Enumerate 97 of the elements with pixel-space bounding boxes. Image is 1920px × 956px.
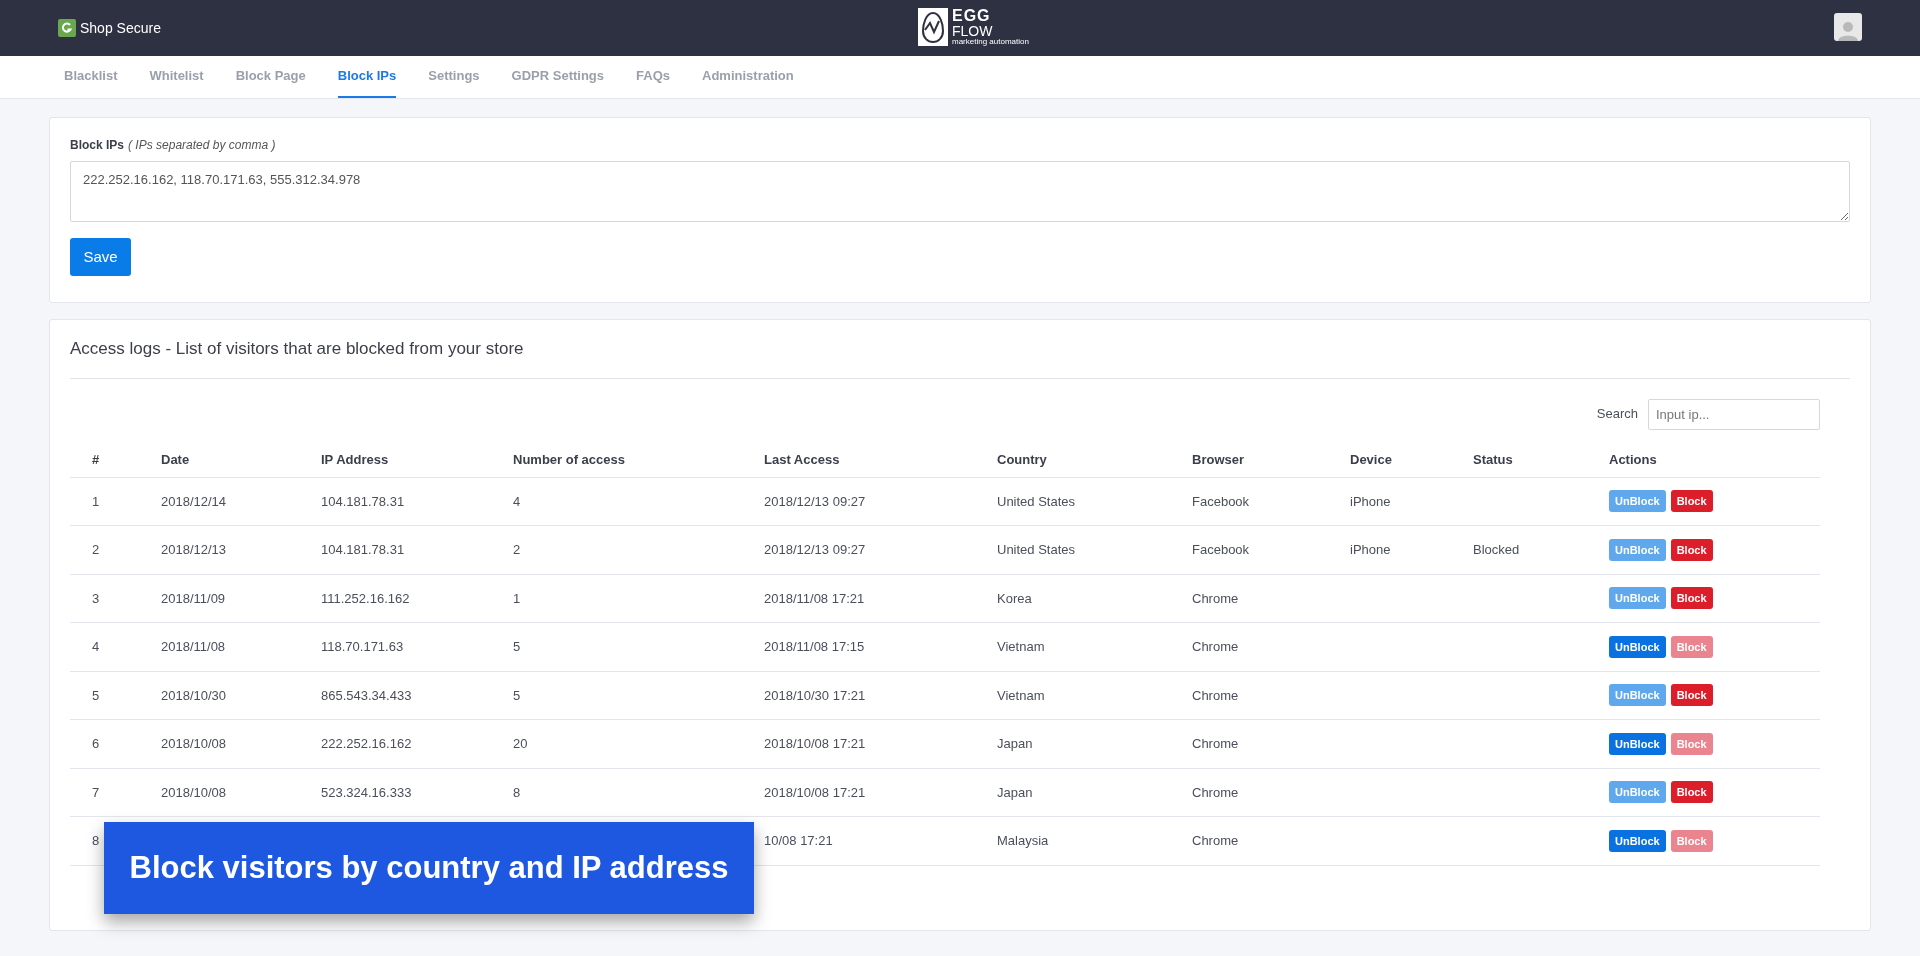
date-cell: 2018/11/09	[161, 590, 226, 606]
card-title: Access logs - List of visitors that are blocked from your store	[70, 336, 1850, 379]
ip-cell: 104.181.78.31	[321, 493, 405, 509]
date-cell: 2018/10/08	[161, 736, 227, 751]
nav-tab[interactable]: Settings	[428, 56, 480, 98]
ip-cell: 523.324.16.333	[321, 784, 412, 800]
status-cell: Blocked	[1473, 542, 1520, 557]
column-header: IP Address	[321, 451, 390, 470]
country-cell: Malaysia	[997, 833, 1049, 848]
last-access-cell: 2018/11/08 17:21	[764, 590, 865, 606]
block-button[interactable]: Block	[1670, 490, 1713, 513]
country-cell: United States	[997, 493, 1076, 509]
country-cell: Vietnam	[997, 639, 1045, 654]
column-header: Browser	[1192, 451, 1246, 470]
row-number: 5	[92, 687, 100, 703]
count-cell: 2	[513, 542, 521, 557]
ip-cell: 118.70.171.63	[321, 639, 404, 654]
browser-cell: Chrome	[1192, 687, 1239, 703]
count-cell: 5	[513, 639, 521, 654]
last-access-cell: 2018/10/08 17:21	[764, 736, 866, 751]
last-access-cell: 2018/12/13 09:27	[764, 493, 866, 509]
country-cell: Korea	[997, 590, 1032, 606]
count-cell: 5	[513, 687, 521, 703]
last-access-cell: 2018/11/08 17:15	[764, 639, 865, 654]
browser-cell: Facebook	[1192, 542, 1250, 557]
nav-tab[interactable]: Block IPs	[337, 56, 397, 98]
column-header: Status	[1473, 451, 1514, 470]
column-header: #	[92, 451, 101, 470]
country-cell: Japan	[997, 784, 1033, 800]
country-cell: Vietnam	[997, 687, 1045, 703]
last-access-cell: 2018/12/13 09:27	[764, 542, 866, 557]
column-header: Country	[997, 451, 1048, 470]
last-access-cell: 2018/10/08 17:21	[764, 784, 866, 800]
block-button[interactable]: Block	[1670, 684, 1713, 707]
row-number: 6	[92, 736, 100, 751]
date-cell: 2018/10/08	[161, 784, 227, 800]
search-field[interactable]: Input ip...	[1648, 398, 1820, 430]
browser-cell: Chrome	[1192, 833, 1239, 848]
unblock-button[interactable]: UnBlock	[1609, 635, 1666, 658]
ip-cell: 865.543.34.433	[321, 687, 412, 703]
country-cell: Japan	[997, 736, 1033, 751]
browser-cell: Chrome	[1192, 590, 1239, 606]
block-button[interactable]: Block	[1670, 587, 1713, 610]
column-header: Last Access	[764, 451, 841, 470]
row-number: 7	[92, 784, 100, 800]
search-label: Search	[1596, 405, 1638, 424]
nav-tab[interactable]: Blacklist	[64, 56, 118, 98]
row-number: 3	[92, 590, 100, 606]
count-cell: 20	[513, 736, 528, 751]
caption-banner: Block visitors by country and IP address	[104, 822, 754, 914]
country-cell: United States	[997, 542, 1076, 557]
row-number: 4	[92, 639, 100, 654]
block-button[interactable]: Block	[1670, 538, 1713, 561]
column-header: Device	[1350, 451, 1393, 470]
logo-text: FLOW	[952, 24, 994, 38]
logo-text: EGG	[952, 8, 992, 24]
avatar-icon[interactable]	[1834, 13, 1862, 41]
column-header: Actions	[1609, 451, 1658, 470]
egg-logo-icon	[918, 8, 948, 46]
date-cell: 2018/11/08	[161, 639, 226, 654]
unblock-button[interactable]: UnBlock	[1609, 732, 1666, 755]
last-access-cell: 2018/10/30 17:21	[764, 687, 866, 703]
nav-tab[interactable]: GDPR Settings	[511, 56, 605, 98]
ip-textarea[interactable]: 222.252.16.162, 118.70.171.63, 555.312.34.978	[70, 161, 1850, 222]
count-cell: 8	[513, 784, 521, 800]
row-number: 2	[92, 542, 100, 557]
nav-tab[interactable]: Block Page	[235, 56, 306, 98]
logo-tagline: marketing automation	[952, 38, 1029, 46]
ip-cell: 222.252.16.162	[321, 736, 412, 751]
last-access-cell: 10/08 17:21	[764, 833, 833, 848]
block-button[interactable]: Block	[1670, 781, 1713, 804]
row-number: 1	[92, 493, 100, 509]
nav-tab[interactable]: Whitelist	[149, 56, 204, 98]
column-header: Number of access	[513, 451, 626, 470]
count-cell: 4	[513, 493, 521, 509]
device-cell: iPhone	[1350, 493, 1391, 509]
browser-cell: Chrome	[1192, 639, 1239, 654]
nav-tab[interactable]: FAQs	[636, 56, 670, 98]
row-number: 8	[92, 833, 100, 848]
column-header: Date	[161, 451, 191, 470]
date-cell: 2018/10/30	[161, 687, 227, 703]
app-name: Shop Secure	[80, 18, 161, 38]
count-cell: 1	[513, 590, 521, 606]
date-cell: 2018/12/14	[161, 493, 227, 509]
ip-cell: 104.181.78.31	[321, 542, 405, 557]
date-cell: 2018/12/13	[161, 542, 227, 557]
nav-tab[interactable]: Administration	[702, 56, 794, 98]
field-label: Block IPs	[70, 137, 125, 154]
shop-secure-logo-icon	[58, 19, 76, 37]
ip-cell: 111.252.16.162	[321, 590, 410, 606]
browser-cell: Facebook	[1192, 493, 1250, 509]
save-button[interactable]: Save	[70, 238, 131, 276]
device-cell: iPhone	[1350, 542, 1391, 557]
unblock-button[interactable]: UnBlock	[1609, 829, 1666, 852]
browser-cell: Chrome	[1192, 784, 1239, 800]
browser-cell: Chrome	[1192, 736, 1239, 751]
field-hint: ( IPs separated by comma )	[128, 137, 276, 154]
